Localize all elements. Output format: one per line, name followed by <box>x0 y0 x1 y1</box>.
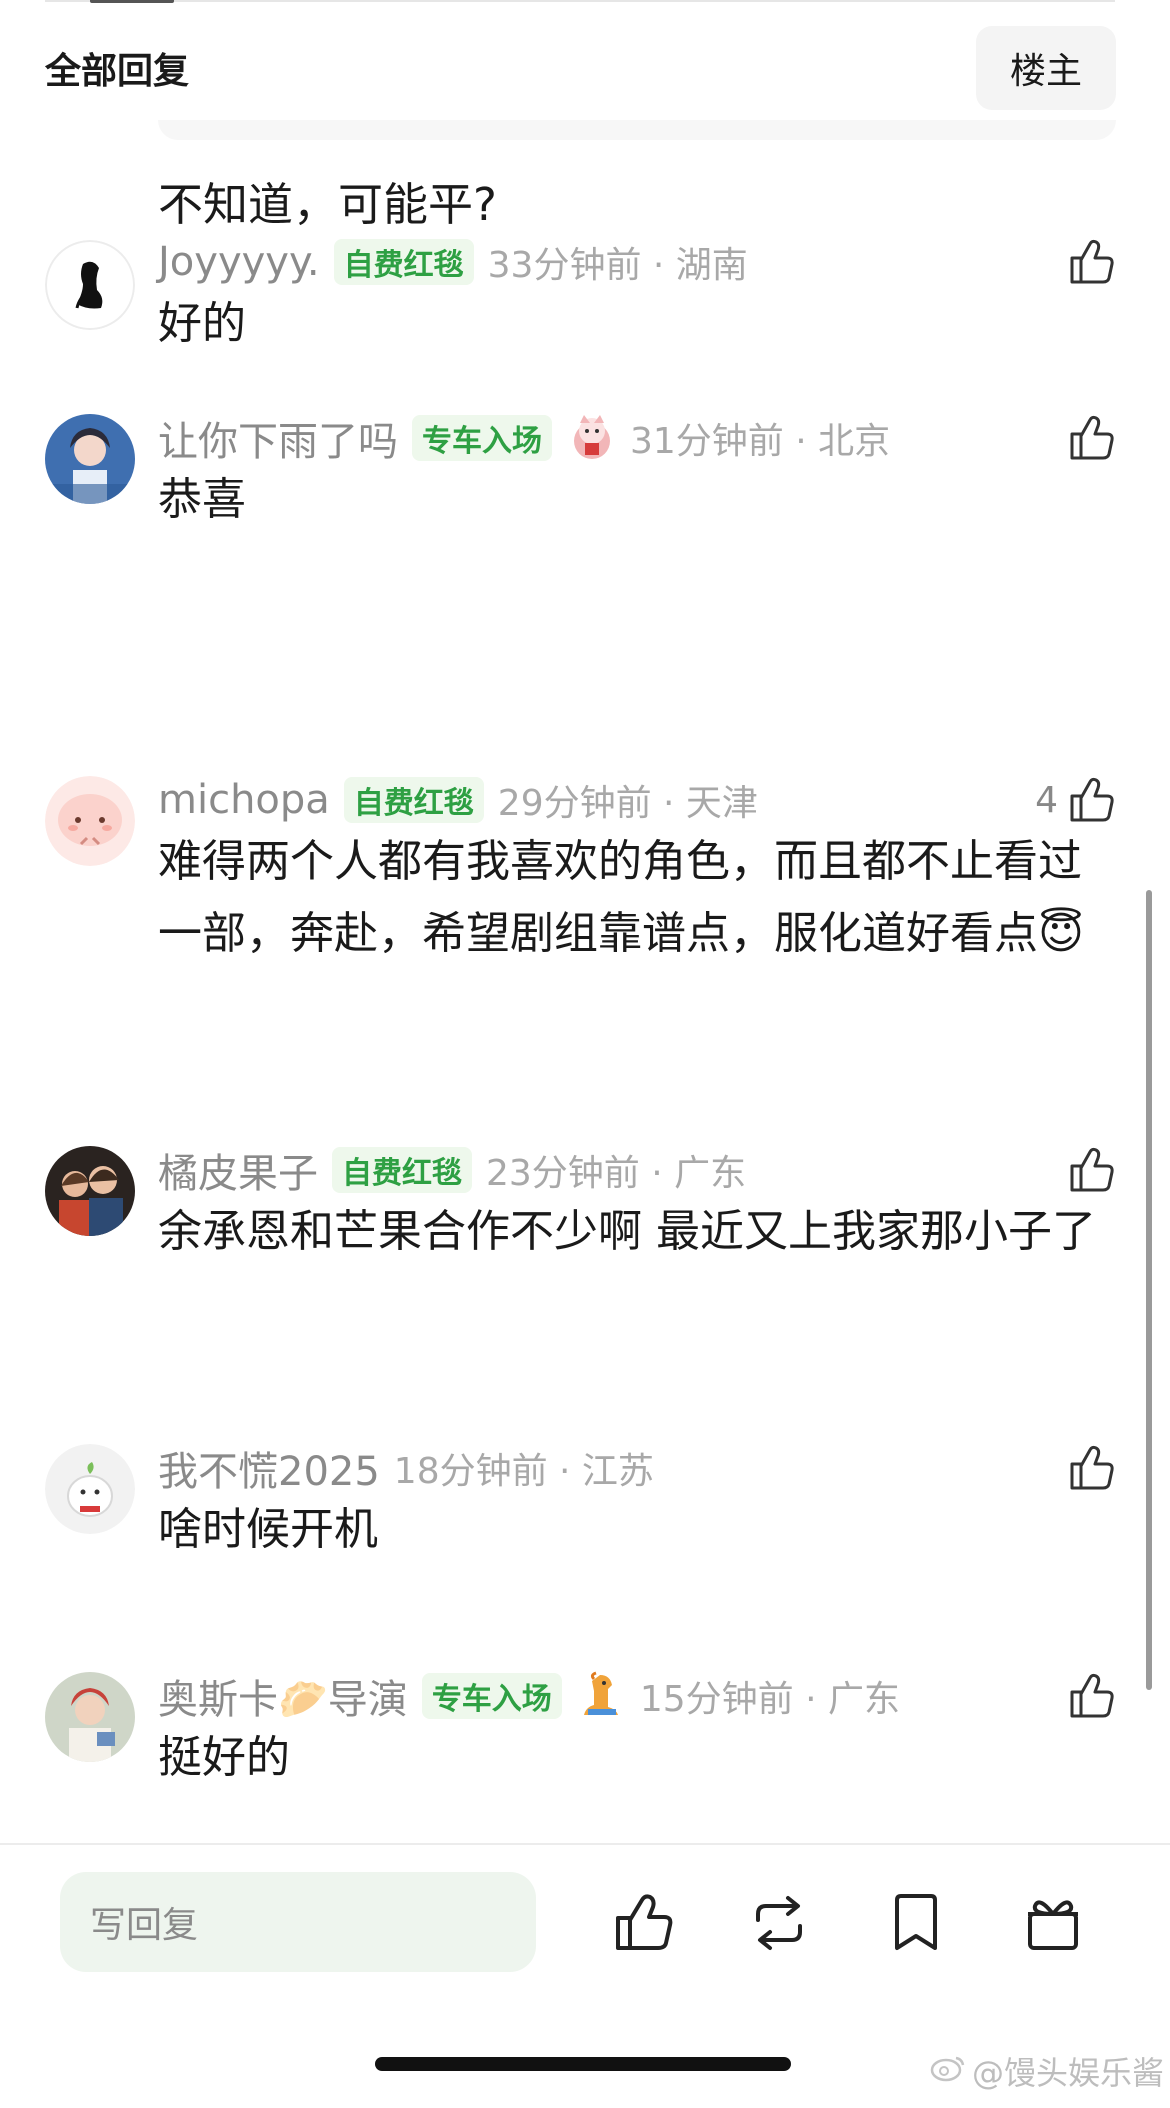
thumbs-up-icon <box>1066 1670 1118 1722</box>
previous-reply-text: 不知道，可能平? <box>158 178 497 231</box>
page-title: 全部回复 <box>45 51 190 92</box>
bookmark-icon[interactable] <box>883 1890 949 1956</box>
avatar[interactable] <box>45 414 135 504</box>
comment-text: 恭喜 <box>158 474 246 525</box>
previous-card-edge <box>158 120 1116 140</box>
status-badge: 自费红毯 <box>343 777 484 823</box>
thumbs-up-icon <box>1066 774 1118 826</box>
like-button[interactable] <box>1058 236 1118 288</box>
avatar[interactable] <box>45 776 135 866</box>
like-button[interactable] <box>1058 412 1118 464</box>
repost-icon[interactable] <box>746 1890 812 1956</box>
comment-meta: 奥斯卡🥟导演 专车入场 15分钟前 · 广东 <box>158 1666 900 1726</box>
lucky-cat-icon <box>568 413 616 463</box>
home-indicator[interactable] <box>375 2057 791 2071</box>
time-location: 18分钟前 · 江苏 <box>393 1451 654 1492</box>
comment-text: 啥时候开机 <box>158 1504 378 1555</box>
username[interactable]: michopa <box>158 777 330 823</box>
scrollbar[interactable] <box>1146 890 1152 1690</box>
horse-icon <box>578 1671 626 1721</box>
time-location: 29分钟前 · 天津 <box>497 783 758 824</box>
status-badge: 专车入场 <box>421 1673 562 1719</box>
time-location: 33分钟前 · 湖南 <box>487 245 748 286</box>
weibo-icon <box>930 2052 972 2090</box>
time-location: 23分钟前 · 广东 <box>486 1153 747 1194</box>
comment-meta: Joyyyyy. 自费红毯 33分钟前 · 湖南 <box>158 232 748 292</box>
comment-text: 余承恩和芒果合作不少啊 最近又上我家那小子了 <box>158 1206 1096 1257</box>
thumbs-up-icon[interactable] <box>610 1890 676 1956</box>
username[interactable]: 奥斯卡🥟导演 <box>158 1667 408 1725</box>
like-button[interactable] <box>1058 1144 1118 1196</box>
status-badge: 专车入场 <box>412 415 552 461</box>
thumbs-up-icon <box>1066 412 1118 464</box>
avatar[interactable] <box>45 1146 135 1236</box>
status-badge: 自费红毯 <box>333 239 474 285</box>
thumbs-up-icon <box>1066 1144 1118 1196</box>
avatar[interactable] <box>45 1672 135 1762</box>
avatar[interactable] <box>45 1444 135 1534</box>
watermark-text: @馒头娱乐酱 <box>972 2054 1165 2092</box>
username[interactable]: Joyyyyy. <box>158 239 320 285</box>
thumbs-up-icon <box>1066 236 1118 288</box>
comment-text: 好的 <box>158 298 246 349</box>
comment-meta: 让你下雨了吗 专车入场 31分钟前 · 北京 <box>158 408 890 468</box>
time-location: 31分钟前 · 北京 <box>630 421 891 462</box>
comment-meta: 橘皮果子 自费红毯 23分钟前 · 广东 <box>158 1140 746 1200</box>
replies-header: 全部回复 楼主 <box>0 22 1170 112</box>
like-button[interactable] <box>1058 1442 1118 1494</box>
top-divider <box>45 0 1115 2</box>
like-button[interactable] <box>1058 1670 1118 1722</box>
reply-input[interactable]: 写回复 <box>60 1872 536 1972</box>
thumbs-up-icon <box>1066 1442 1118 1494</box>
watermark: @馒头娱乐酱 <box>930 2048 1164 2094</box>
username[interactable]: 让你下雨了吗 <box>158 409 398 467</box>
comment-text: 难得两个人都有我喜欢的角色，而且都不止看过一部，奔赴，希望剧组靠谱点，服化道好看… <box>158 836 1084 959</box>
username[interactable]: 橘皮果子 <box>158 1141 318 1199</box>
comment-text: 挺好的 <box>158 1732 290 1783</box>
owner-only-button[interactable]: 楼主 <box>976 26 1116 110</box>
like-button[interactable]: 4 <box>1035 774 1118 826</box>
bottom-divider <box>0 1843 1170 1845</box>
time-location: 15分钟前 · 广东 <box>639 1679 900 1720</box>
comment-meta: michopa 自费红毯 29分钟前 · 天津 <box>158 770 758 830</box>
like-count: 4 <box>1035 779 1058 821</box>
status-badge: 自费红毯 <box>332 1147 472 1193</box>
gift-icon[interactable] <box>1020 1890 1086 1956</box>
comment-meta: 我不慌2025 18分钟前 · 江苏 <box>158 1438 654 1498</box>
active-tab-indicator <box>90 0 174 3</box>
username[interactable]: 我不慌2025 <box>158 1439 380 1497</box>
avatar[interactable] <box>45 240 135 330</box>
